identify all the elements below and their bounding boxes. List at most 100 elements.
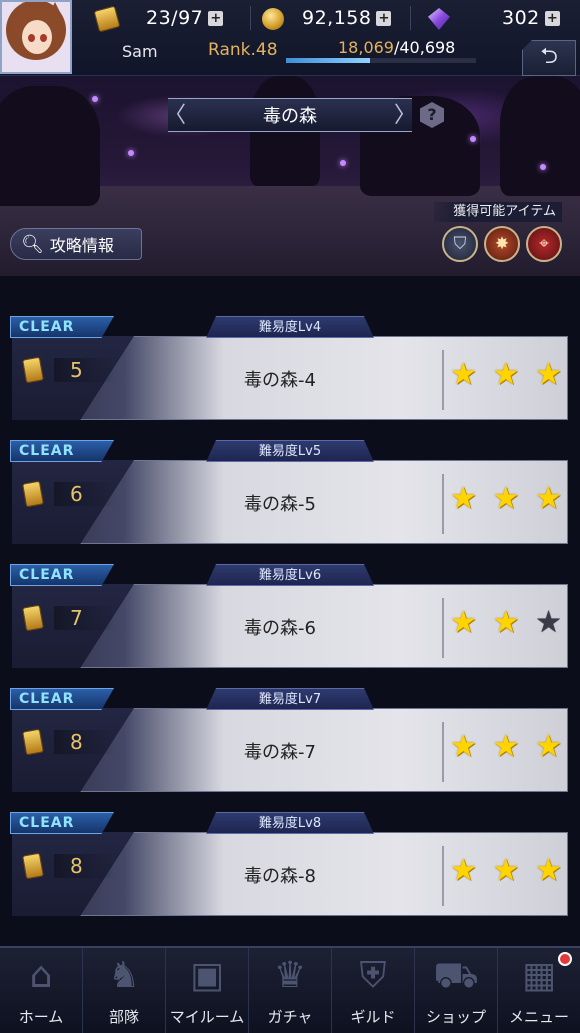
difficulty-label: 難易度Lv6 bbox=[206, 564, 374, 586]
stage-row[interactable]: CLEAR 難易度Lv5 6 毒の森-5 ★ ★ ★ bbox=[10, 440, 568, 544]
star-filled-icon: ★ bbox=[450, 605, 477, 640]
home-icon: ⌂ bbox=[29, 955, 53, 996]
avatar-face bbox=[22, 20, 52, 54]
nav-myroom[interactable]: ▣ マイルーム bbox=[166, 948, 249, 1033]
stamina-cost-value: 5 bbox=[54, 358, 114, 382]
star-rating: ★ ★ ★ bbox=[450, 856, 562, 886]
nav-guild[interactable]: ⛨ ギルド bbox=[332, 948, 415, 1033]
divider bbox=[442, 598, 444, 658]
nav-gacha[interactable]: ♛ ガチャ bbox=[249, 948, 332, 1033]
star-filled-icon: ★ bbox=[492, 853, 520, 888]
stage-row[interactable]: CLEAR 難易度Lv6 7 毒の森-6 ★ ★ ★ bbox=[10, 564, 568, 668]
clear-badge: CLEAR bbox=[10, 812, 114, 834]
gacha-icon: ♛ bbox=[273, 955, 307, 996]
gem-icon bbox=[428, 8, 450, 30]
coin-counter: 92,158 + bbox=[302, 3, 392, 33]
forest-tree bbox=[500, 76, 580, 196]
star-filled-icon: ★ bbox=[535, 357, 562, 392]
nav-label: メニュー bbox=[508, 1008, 569, 1026]
difficulty-label: 難易度Lv7 bbox=[206, 688, 374, 710]
gem-counter: 302 + bbox=[502, 3, 560, 33]
divider bbox=[410, 6, 411, 30]
stage-name: 毒の森-8 bbox=[244, 866, 316, 887]
nav-label: マイルーム bbox=[169, 1008, 245, 1026]
divider bbox=[442, 350, 444, 410]
target-icon[interactable]: ⌖ bbox=[526, 226, 562, 262]
nav-label: ホーム bbox=[18, 1008, 64, 1026]
stamina-cost: 7 bbox=[22, 604, 114, 632]
exp-progress-bar bbox=[286, 58, 476, 63]
divider bbox=[442, 846, 444, 906]
nav-label: ガチャ bbox=[267, 1008, 313, 1026]
star-filled-icon: ★ bbox=[492, 729, 520, 764]
strategy-guide-label: 攻略情報 bbox=[49, 236, 114, 255]
coin-plus-button[interactable]: + bbox=[376, 10, 392, 26]
divider bbox=[250, 6, 251, 30]
player-rank: Rank.48 bbox=[208, 40, 278, 60]
star-filled-icon: ★ bbox=[535, 481, 562, 516]
star-filled-icon: ★ bbox=[492, 481, 520, 516]
star-rating: ★ ★ ★ bbox=[450, 360, 562, 390]
area-banner: 〈 毒の森 〉 ? 🔍︎ 攻略情報 獲得可能アイテム ⛉ ✸ ⌖ bbox=[0, 76, 580, 276]
coin-value: 92,158 bbox=[302, 7, 372, 29]
coin-icon bbox=[262, 8, 284, 30]
nav-label: 部隊 bbox=[108, 1008, 139, 1026]
player-avatar[interactable] bbox=[0, 0, 72, 74]
star-empty-icon: ★ bbox=[535, 605, 562, 640]
shield-icon[interactable]: ⛉ bbox=[442, 226, 478, 262]
gem-plus-button[interactable]: + bbox=[544, 10, 560, 26]
stage-name: 毒の森-4 bbox=[244, 370, 316, 391]
search-icon: 🔍︎ bbox=[21, 233, 44, 255]
stage-row[interactable]: CLEAR 難易度Lv8 8 毒の森-8 ★ ★ ★ bbox=[10, 812, 568, 916]
stamina-plus-button[interactable]: + bbox=[208, 10, 224, 26]
clear-badge: CLEAR bbox=[10, 316, 114, 338]
exp-progress-fill bbox=[286, 58, 371, 63]
forest-glow bbox=[340, 160, 346, 166]
nav-menu[interactable]: ▦ メニュー bbox=[498, 948, 580, 1033]
back-button[interactable]: ⮌ bbox=[522, 40, 576, 76]
stamina-ticket-icon bbox=[22, 356, 44, 384]
nav-home[interactable]: ⌂ ホーム bbox=[0, 948, 83, 1033]
exp-current: 18,069 bbox=[338, 38, 394, 57]
star-filled-icon: ★ bbox=[535, 853, 562, 888]
star-filled-icon: ★ bbox=[450, 729, 477, 764]
stamina-ticket-icon bbox=[22, 728, 44, 756]
stamina-cost: 6 bbox=[22, 480, 114, 508]
nav-squad[interactable]: ♞ 部隊 bbox=[83, 948, 166, 1033]
stage-row[interactable]: CLEAR 難易度Lv7 8 毒の森-7 ★ ★ ★ bbox=[10, 688, 568, 792]
forest-tree bbox=[0, 86, 100, 206]
avatar-eye bbox=[28, 34, 35, 42]
forest-glow bbox=[470, 136, 476, 142]
stage-list: CLEAR 難易度Lv4 5 毒の森-4 ★ ★ ★ CLEAR 難易度Lv5 6 … bbox=[0, 276, 580, 946]
exp-readout: 18,069/40,698 bbox=[338, 38, 455, 57]
star-rating: ★ ★ ★ bbox=[450, 608, 562, 638]
player-name: Sam bbox=[122, 42, 158, 61]
stage-row[interactable]: CLEAR 難易度Lv4 5 毒の森-4 ★ ★ ★ bbox=[10, 316, 568, 420]
squad-icon: ♞ bbox=[107, 955, 141, 996]
star-rating: ★ ★ ★ bbox=[450, 732, 562, 762]
stamina-ticket-icon bbox=[22, 852, 44, 880]
clear-badge: CLEAR bbox=[10, 688, 114, 710]
obtainable-items-label: 獲得可能アイテム bbox=[434, 202, 562, 222]
nav-label: ショップ bbox=[425, 1008, 486, 1026]
stamina-cost: 8 bbox=[22, 852, 114, 880]
divider bbox=[442, 474, 444, 534]
next-area-arrow[interactable]: 〉 bbox=[394, 105, 416, 127]
stamina-cost-value: 6 bbox=[54, 482, 114, 506]
stamina-cost: 5 bbox=[22, 356, 114, 384]
stage-name: 毒の森-6 bbox=[244, 618, 316, 639]
star-filled-icon: ★ bbox=[535, 729, 562, 764]
star-rating: ★ ★ ★ bbox=[450, 484, 562, 514]
stage-name: 毒の森-7 bbox=[244, 742, 316, 763]
bottom-navigation: ⌂ ホーム ♞ 部隊 ▣ マイルーム ♛ ガチャ ⛨ ギルド ⛟ ショップ ▦ … bbox=[0, 946, 580, 1033]
burst-icon[interactable]: ✸ bbox=[484, 226, 520, 262]
gem-value: 302 bbox=[502, 7, 540, 29]
nav-label: ギルド bbox=[350, 1008, 396, 1026]
strategy-guide-button[interactable]: 🔍︎ 攻略情報 bbox=[10, 228, 142, 260]
nav-shop[interactable]: ⛟ ショップ bbox=[415, 948, 498, 1033]
forest-glow bbox=[128, 150, 134, 156]
prev-area-arrow[interactable]: 〈 bbox=[164, 105, 186, 127]
guild-icon: ⛨ bbox=[359, 955, 387, 996]
return-arrow-icon: ⮌ bbox=[540, 44, 558, 69]
shop-icon: ⛟ bbox=[433, 955, 479, 996]
